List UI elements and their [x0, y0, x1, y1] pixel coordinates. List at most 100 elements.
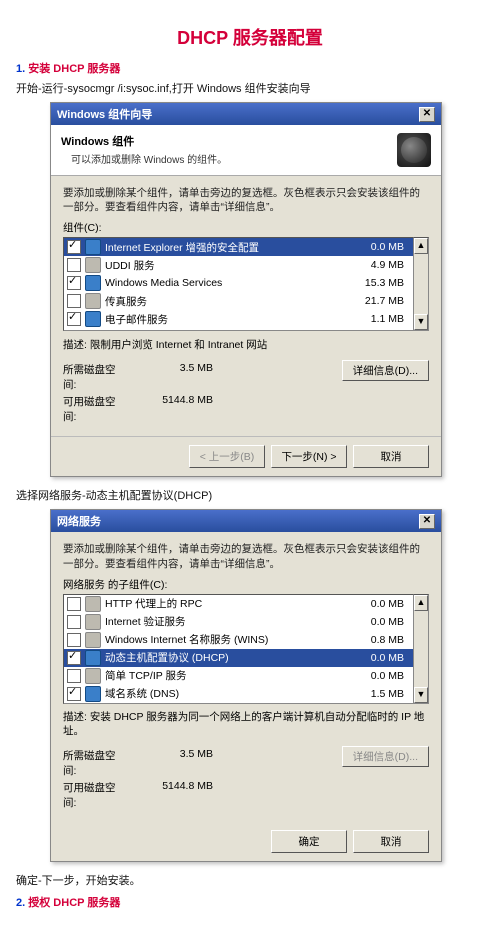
item-label: 电子邮件服务 — [105, 312, 349, 327]
checkbox[interactable] — [67, 240, 81, 254]
list-item[interactable]: Windows Media Services15.3 MB — [64, 274, 413, 292]
checkbox[interactable] — [67, 687, 81, 701]
item-size: 0.0 MB — [349, 652, 410, 664]
component-icon — [85, 311, 101, 327]
component-icon — [85, 650, 101, 666]
checkbox[interactable] — [67, 615, 81, 629]
checkbox[interactable] — [67, 294, 81, 308]
dialog1-description: 描述: 限制用户浏览 Internet 和 Intranet 网站 — [63, 337, 429, 352]
item-size: 0.0 MB — [349, 241, 410, 253]
page-title: DHCP 服务器配置 — [16, 24, 484, 50]
item-size: 0.8 MB — [349, 634, 410, 646]
dialog1-instructions: 要添加或删除某个组件，请单击旁边的复选框。灰色框表示只会安装该组件的一部分。要查… — [63, 186, 429, 214]
list-item[interactable]: Windows Internet 名称服务 (WINS)0.8 MB — [64, 631, 413, 649]
section-1-heading: 1. 安装 DHCP 服务器 — [16, 60, 484, 76]
cd-icon — [397, 133, 431, 167]
dialog2-listbox[interactable]: HTTP 代理上的 RPC0.0 MBInternet 验证服务0.0 MBWi… — [63, 594, 414, 704]
checkbox[interactable] — [67, 633, 81, 647]
scroll-down-icon[interactable]: ▼ — [414, 687, 428, 703]
item-size: 0.0 MB — [349, 670, 410, 682]
details-button[interactable]: 详细信息(D)... — [342, 360, 429, 381]
component-icon — [85, 596, 101, 612]
next-button[interactable]: 下一步(N) > — [271, 445, 347, 468]
disk-available-label: 可用磁盘空间: — [63, 394, 123, 424]
dialog1-title: Windows 组件向导 — [57, 106, 152, 122]
item-size: 15.3 MB — [349, 277, 410, 289]
checkbox[interactable] — [67, 312, 81, 326]
dialog2-instructions: 要添加或删除某个组件，请单击旁边的复选框。灰色框表示只会安装该组件的一部分。要查… — [63, 542, 429, 570]
dialog1-titlebar[interactable]: Windows 组件向导 ✕ — [51, 103, 441, 125]
component-icon — [85, 686, 101, 702]
list-item[interactable]: Internet Explorer 增强的安全配置0.0 MB — [64, 238, 413, 256]
item-size: 21.7 MB — [349, 295, 410, 307]
checkbox[interactable] — [67, 276, 81, 290]
back-button[interactable]: < 上一步(B) — [189, 445, 265, 468]
details-button: 详细信息(D)... — [342, 746, 429, 767]
section-2-title: 授权 DHCP 服务器 — [28, 897, 120, 909]
component-icon — [85, 632, 101, 648]
list-item[interactable]: 传真服务21.7 MB — [64, 292, 413, 310]
cancel-button[interactable]: 取消 — [353, 445, 429, 468]
dialog1-listbox[interactable]: Internet Explorer 增强的安全配置0.0 MBUDDI 服务4.… — [63, 237, 414, 331]
item-label: Windows Media Services — [105, 277, 349, 289]
dialog2-titlebar[interactable]: 网络服务 ✕ — [51, 510, 441, 532]
section-1-title: 安装 DHCP 服务器 — [28, 63, 120, 75]
item-size: 4.9 MB — [349, 259, 410, 271]
list-item[interactable]: 简单 TCP/IP 服务0.0 MB — [64, 667, 413, 685]
item-label: Internet Explorer 增强的安全配置 — [105, 240, 349, 255]
section-2-num: 2. — [16, 897, 25, 909]
list-item[interactable]: Internet 验证服务0.0 MB — [64, 613, 413, 631]
section-1-num: 1. — [16, 63, 25, 75]
item-size: 0.0 MB — [349, 598, 410, 610]
close-icon[interactable]: ✕ — [419, 514, 435, 529]
disk-available-label: 可用磁盘空间: — [63, 780, 123, 810]
windows-components-wizard-dialog: Windows 组件向导 ✕ Windows 组件 可以添加或删除 Window… — [50, 102, 442, 477]
scroll-up-icon[interactable]: ▲ — [414, 238, 428, 254]
list-item[interactable]: HTTP 代理上的 RPC0.0 MB — [64, 595, 413, 613]
checkbox[interactable] — [67, 597, 81, 611]
scroll-down-icon[interactable]: ▼ — [414, 314, 428, 330]
component-icon — [85, 614, 101, 630]
dialog2-description: 描述: 安装 DHCP 服务器为同一个网络上的客户端计算机自动分配临时的 IP … — [63, 710, 429, 738]
component-icon — [85, 293, 101, 309]
dialog2-group-label: 网络服务 的子组件(C): — [63, 577, 429, 592]
disk-required-label: 所需磁盘空间: — [63, 748, 123, 778]
item-size: 0.0 MB — [349, 616, 410, 628]
list-item[interactable]: UDDI 服务4.9 MB — [64, 256, 413, 274]
dialog1-banner: Windows 组件 可以添加或删除 Windows 的组件。 — [51, 125, 441, 176]
network-services-dialog: 网络服务 ✕ 要添加或删除某个组件，请单击旁边的复选框。灰色框表示只会安装该组件… — [50, 509, 442, 862]
component-icon — [85, 239, 101, 255]
dialog1-group-label: 组件(C): — [63, 220, 429, 235]
disk-required-label: 所需磁盘空间: — [63, 362, 123, 392]
item-label: 域名系统 (DNS) — [105, 686, 349, 701]
list-item[interactable]: 电子邮件服务1.1 MB — [64, 310, 413, 328]
dialog1-banner-title: Windows 组件 — [61, 133, 397, 149]
item-label: 动态主机配置协议 (DHCP) — [105, 650, 349, 665]
component-icon — [85, 257, 101, 273]
dialog2-title: 网络服务 — [57, 513, 101, 529]
close-icon[interactable]: ✕ — [419, 107, 435, 122]
item-label: Windows Internet 名称服务 (WINS) — [105, 632, 349, 647]
checkbox[interactable] — [67, 258, 81, 272]
instruction-line-2: 选择网络服务-动态主机配置协议(DHCP) — [16, 487, 484, 503]
checkbox[interactable] — [67, 651, 81, 665]
scrollbar[interactable]: ▲ ▼ — [414, 594, 429, 704]
item-size: 1.5 MB — [349, 688, 410, 700]
disk-available-value: 5144.8 MB — [123, 394, 221, 424]
cancel-button[interactable]: 取消 — [353, 830, 429, 853]
scroll-up-icon[interactable]: ▲ — [414, 595, 428, 611]
dialog1-banner-subtitle: 可以添加或删除 Windows 的组件。 — [61, 151, 397, 166]
list-item[interactable]: 域名系统 (DNS)1.5 MB — [64, 685, 413, 703]
instruction-line-3: 确定-下一步，开始安装。 — [16, 872, 484, 888]
item-label: UDDI 服务 — [105, 258, 349, 273]
ok-button[interactable]: 确定 — [271, 830, 347, 853]
disk-available-value: 5144.8 MB — [123, 780, 221, 810]
checkbox[interactable] — [67, 669, 81, 683]
item-label: 简单 TCP/IP 服务 — [105, 668, 349, 683]
list-item[interactable]: 动态主机配置协议 (DHCP)0.0 MB — [64, 649, 413, 667]
disk-required-value: 3.5 MB — [123, 748, 221, 778]
scrollbar[interactable]: ▲ ▼ — [414, 237, 429, 331]
item-label: Internet 验证服务 — [105, 614, 349, 629]
instruction-line-1: 开始-运行-sysocmgr /i:sysoc.inf,打开 Windows 组… — [16, 80, 484, 96]
item-size: 1.1 MB — [349, 313, 410, 325]
